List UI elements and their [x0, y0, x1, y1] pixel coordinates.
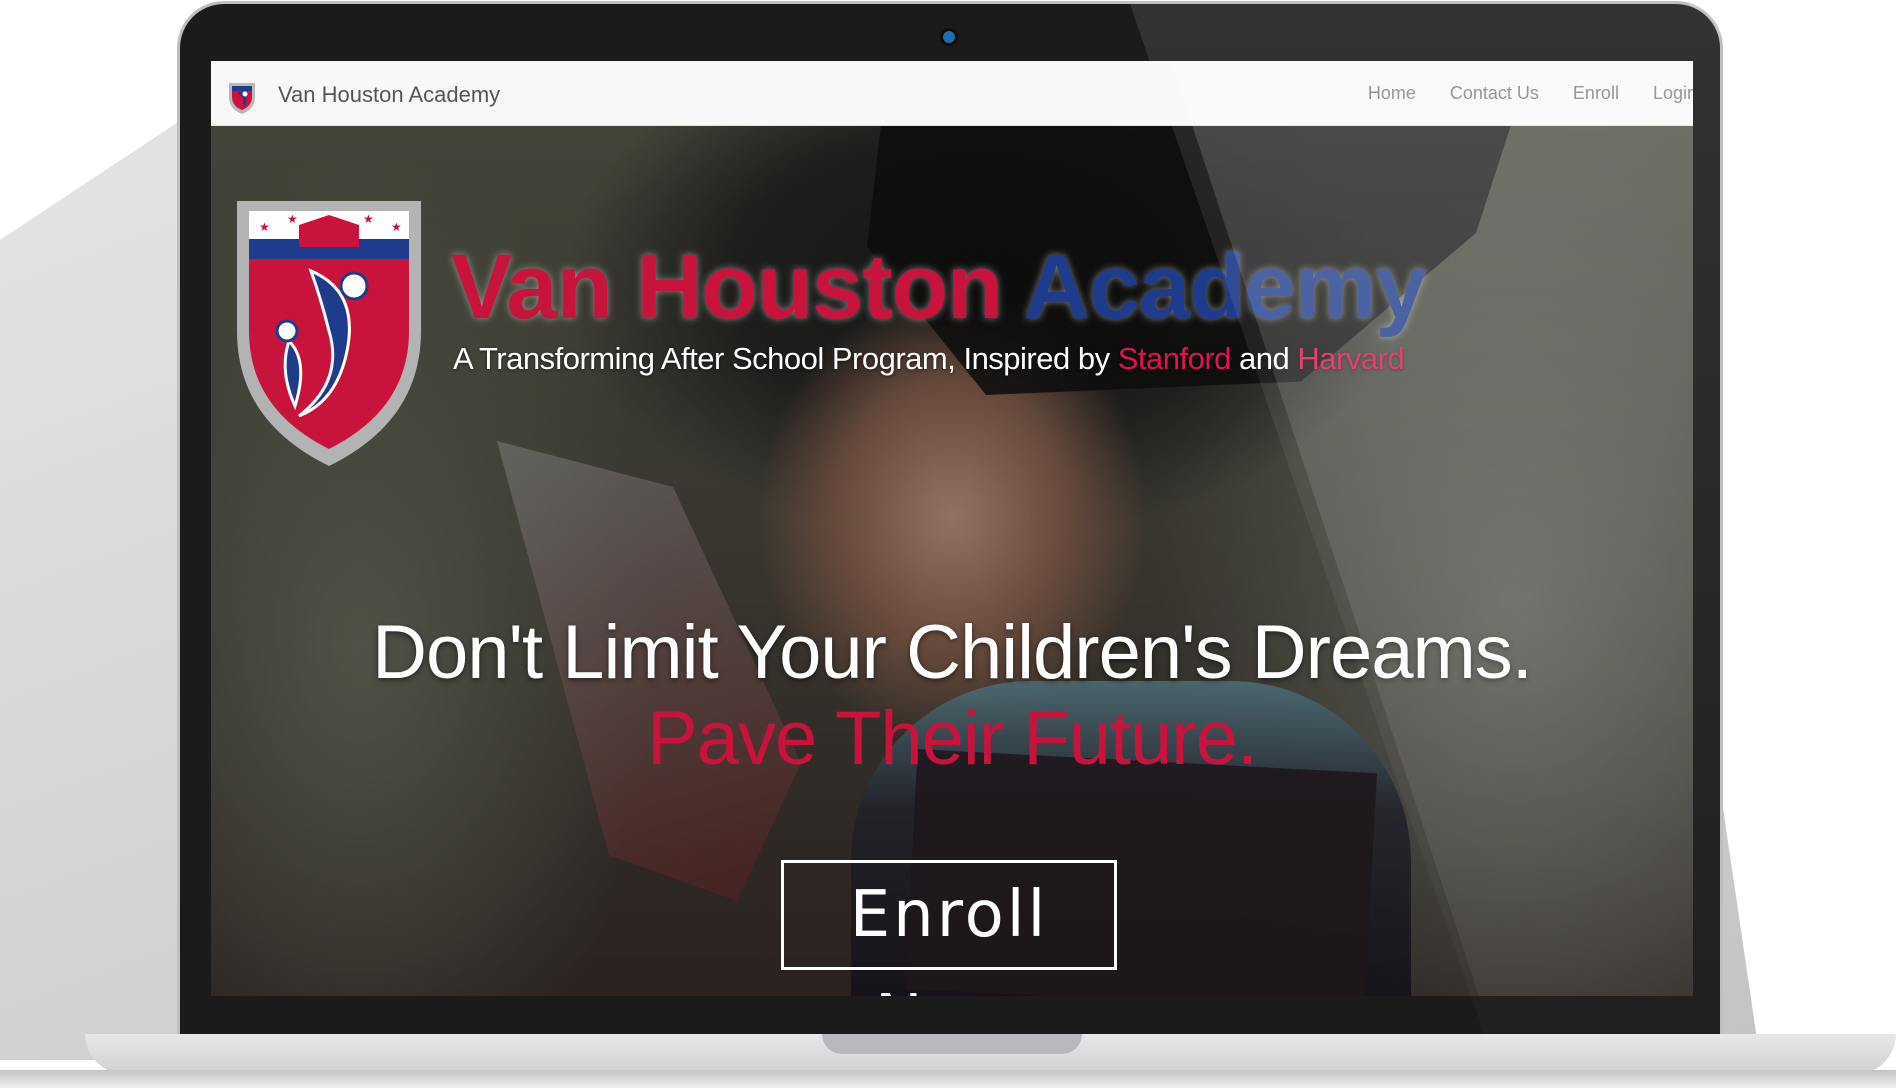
laptop-screen: Van Houston Academy Home Contact Us Enro…: [211, 61, 1693, 996]
hero-title-part2: Academy: [1023, 236, 1426, 338]
laptop-base-edge: [0, 1070, 1896, 1088]
academy-shield-icon[interactable]: [227, 79, 257, 115]
nav-link-login[interactable]: Login: [1653, 83, 1693, 104]
tagline-prefix: A Transforming After School Program, Ins…: [453, 341, 1110, 376]
academy-shield-icon: ★ ★ ★ ★: [237, 201, 421, 466]
navbar-brand[interactable]: Van Houston Academy: [278, 82, 500, 108]
nav-link-enroll[interactable]: Enroll: [1573, 83, 1619, 104]
laptop-base-notch: [822, 1034, 1082, 1054]
hero-title: Van Houston Academy: [451, 241, 1427, 333]
hero-subheadline: Pave Their Future.: [646, 696, 1258, 781]
tagline-and: and: [1239, 341, 1290, 376]
navbar-links: Home Contact Us Enroll Login: [1334, 83, 1693, 104]
svg-text:★: ★: [259, 220, 270, 234]
enroll-now-button[interactable]: Enroll Now: [781, 860, 1117, 996]
tagline-stanford: Stanford: [1117, 341, 1232, 376]
nav-link-contact-us[interactable]: Contact Us: [1450, 83, 1539, 104]
svg-text:★: ★: [391, 220, 402, 234]
svg-text:★: ★: [363, 212, 374, 226]
hero-title-part1: Van Houston: [451, 236, 1003, 338]
svg-text:★: ★: [287, 212, 298, 226]
webcam-icon: [943, 31, 955, 43]
top-navbar: Van Houston Academy Home Contact Us Enro…: [211, 61, 1693, 126]
hero-headline: Don't Limit Your Children's Dreams.: [372, 610, 1533, 695]
tagline-harvard: Harvard: [1297, 341, 1405, 376]
nav-link-home[interactable]: Home: [1368, 83, 1416, 104]
hero-tagline: A Transforming After School Program, Ins…: [453, 341, 1405, 377]
